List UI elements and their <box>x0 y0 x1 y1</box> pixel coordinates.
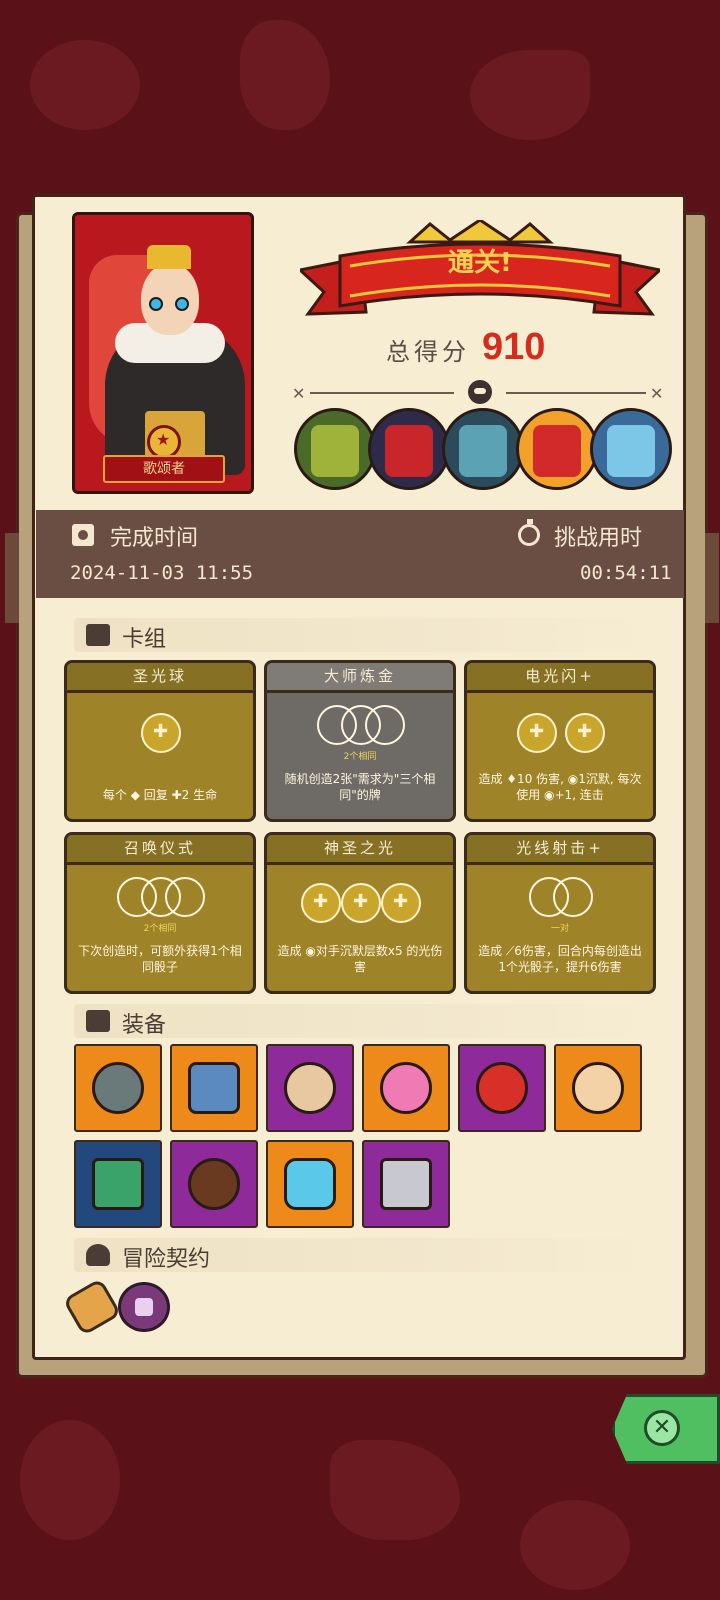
crossed-swords-icon: ✕ <box>292 384 306 403</box>
card-title: 神圣之光 <box>323 839 396 857</box>
light-dice-icon <box>565 713 605 753</box>
card-desc: 造成 ◉对手沉默层数x5 的光伤害 <box>277 944 443 974</box>
card-title: 大师炼金 <box>323 667 396 685</box>
light-dice-icon <box>517 713 557 753</box>
light-dice-icon <box>141 713 181 753</box>
boss-fish-icon <box>442 408 524 490</box>
card-holy-orb[interactable]: 圣光球 每个 ◆ 回复 ✚2 生命 <box>64 660 256 822</box>
equipment-header: 装备 <box>74 1004 646 1038</box>
card-lightning-flash[interactable]: 电光闪+ 造成 ♦10 伤害, ◉1沉默, 每次使用 ◉+1, 连击 <box>464 660 656 822</box>
dice-slot-icon <box>365 705 405 745</box>
boss-clown-icon <box>516 408 598 490</box>
challenge-time-value: 00:54:11 <box>580 562 672 584</box>
victory-title: 通关! <box>448 248 512 278</box>
fist-glyph <box>135 1298 153 1316</box>
bg-blob <box>30 40 140 130</box>
boss-frost-icon <box>590 408 672 490</box>
hero-eye <box>175 297 189 311</box>
card-desc: 随机创造2张"需求为"三个相同"的牌 <box>284 772 436 802</box>
card-desc: 下次创造时，可额外获得1个相同骰子 <box>78 944 242 974</box>
equip-lotus-icon[interactable] <box>362 1044 450 1132</box>
light-dice-icon <box>301 883 341 923</box>
score-value: 910 <box>482 326 546 368</box>
equip-crystal-icon[interactable] <box>266 1140 354 1228</box>
equip-shield-orb-icon[interactable] <box>554 1044 642 1132</box>
complete-time-value: 2024-11-03 11:55 <box>70 562 254 584</box>
bg-blob <box>20 1420 120 1540</box>
card-requirement: 2个相同 <box>143 924 177 934</box>
close-icon[interactable]: ✕ <box>644 1410 680 1446</box>
card-desc: 每个 ◆ 回复 ✚2 生命 <box>102 788 218 802</box>
card-requirement: 2个相同 <box>343 752 377 762</box>
time-bar: 完成时间 2024-11-03 11:55 挑战用时 00:54:11 <box>36 510 684 598</box>
crossed-swords-icon: ✕ <box>650 384 664 403</box>
contract-heading: 冒险契约 <box>122 1247 211 1272</box>
equip-ring-icon[interactable] <box>458 1044 546 1132</box>
card-title: 圣光球 <box>132 667 187 685</box>
bg-blob <box>240 20 330 130</box>
card-divine-light[interactable]: 神圣之光 造成 ◉对手沉默层数x5 的光伤害 <box>264 832 456 994</box>
challenge-time-label: 挑战用时 <box>554 526 643 551</box>
skull-icon <box>468 380 492 404</box>
light-dice-icon <box>381 883 421 923</box>
score-label: 总得分 <box>386 338 470 366</box>
card-desc: 造成 ⟋6伤害，回合内每创造出1个光骰子，提升6伤害 <box>478 944 642 974</box>
card-title: 光线射击+ <box>516 839 604 857</box>
divider-left <box>310 392 454 394</box>
card-master-alchemy[interactable]: 大师炼金 2个相同 随机创造2张"需求为"三个相同"的牌 <box>264 660 456 822</box>
card-title: 召唤仪式 <box>123 839 196 857</box>
film-icon <box>72 524 94 546</box>
book-left-tab <box>5 533 19 623</box>
bg-blob <box>520 1500 630 1590</box>
crown-icon <box>147 245 191 269</box>
equip-cube-icon[interactable] <box>362 1140 450 1228</box>
equip-sun-mask-icon[interactable] <box>266 1044 354 1132</box>
contract-header: 冒险契约 <box>74 1238 646 1272</box>
card-title: 电光闪+ <box>525 667 595 685</box>
dice-slot-icon <box>553 877 593 917</box>
deck-header: 卡组 <box>74 618 646 652</box>
person-icon <box>86 1244 110 1266</box>
card-requirement: 一对 <box>550 924 569 934</box>
dice-slot-icon <box>165 877 205 917</box>
equipment-heading: 装备 <box>122 1013 167 1038</box>
divider-right <box>506 392 646 394</box>
equip-totem-icon[interactable] <box>74 1140 162 1228</box>
bg-blob <box>470 50 590 140</box>
bg-blob <box>330 1440 460 1540</box>
complete-time-label: 完成时间 <box>110 526 199 551</box>
light-dice-icon <box>341 883 381 923</box>
deck-heading: 卡组 <box>122 627 167 652</box>
card-desc: 造成 ♦10 伤害, ◉1沉默, 每次使用 ◉+1, 连击 <box>478 772 642 802</box>
fist-contract-icon[interactable] <box>118 1282 170 1332</box>
hero-portrait: 歌颂者 <box>72 212 254 494</box>
boss-cage-icon <box>368 408 450 490</box>
box-icon <box>86 1010 110 1032</box>
cards-icon <box>86 624 110 646</box>
card-light-shot[interactable]: 光线射击+ 一对 造成 ⟋6伤害，回合内每创造出1个光骰子，提升6伤害 <box>464 832 656 994</box>
hero-name: 歌颂者 <box>103 455 225 483</box>
hero-eye <box>149 297 163 311</box>
sun-emblem-icon <box>147 425 181 459</box>
equip-stone-charm-icon[interactable] <box>74 1044 162 1132</box>
card-summon-ritual[interactable]: 召唤仪式 2个相同 下次创造时，可额外获得1个相同骰子 <box>64 832 256 994</box>
equip-bottle-fish-icon[interactable] <box>170 1044 258 1132</box>
boss-knight-icon <box>294 408 376 490</box>
equip-button-icon[interactable] <box>170 1140 258 1228</box>
stopwatch-icon <box>518 519 540 546</box>
book-right-tab <box>705 533 719 623</box>
